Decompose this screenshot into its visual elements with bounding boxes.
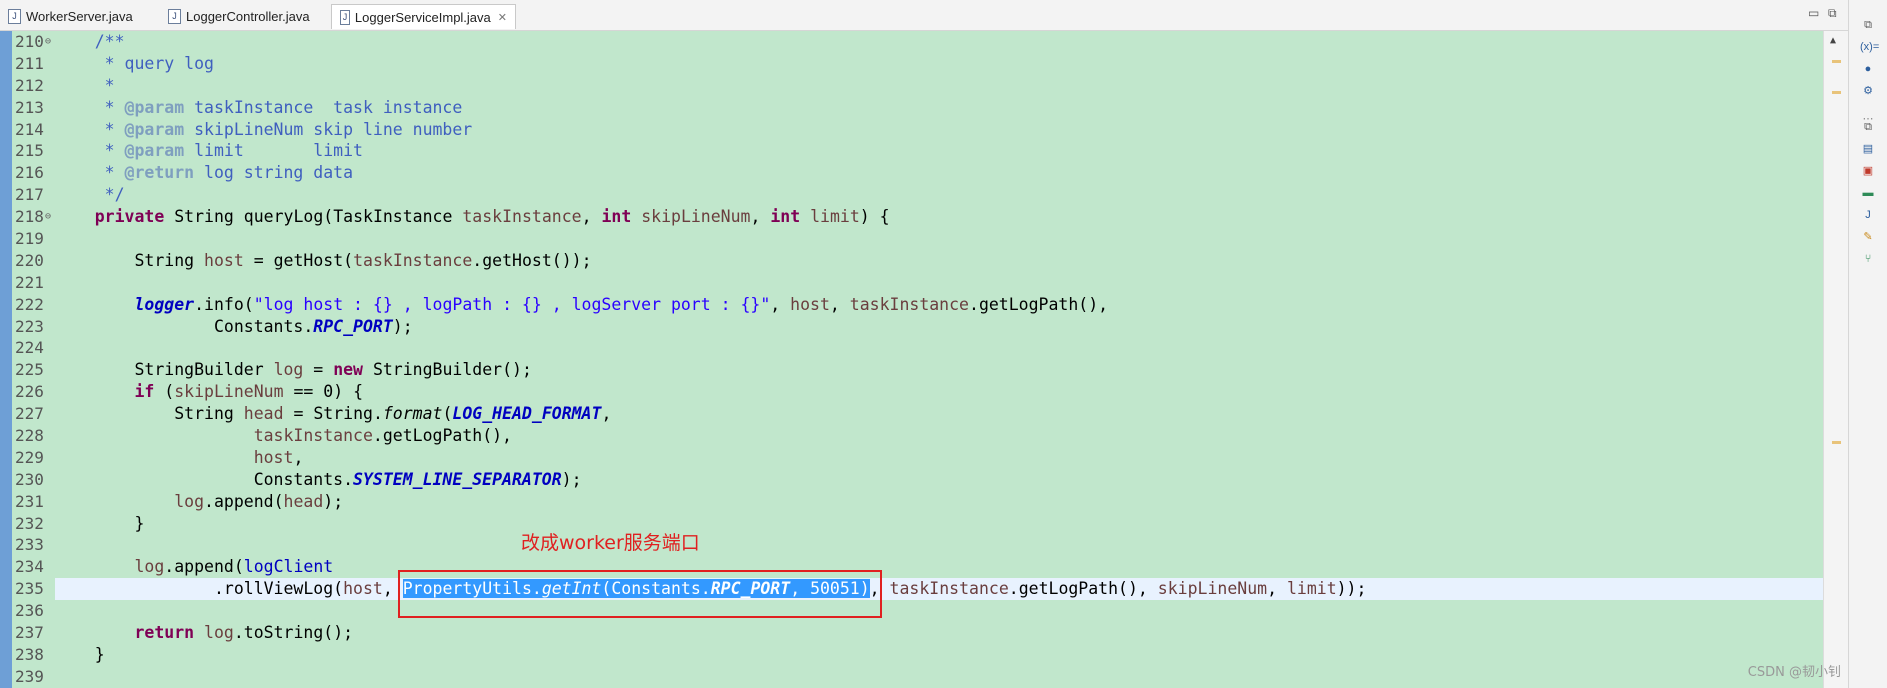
code-line: Constants.SYSTEM_LINE_SEPARATOR); bbox=[253, 469, 582, 489]
line-number: 230 bbox=[15, 469, 44, 489]
line-number: 213 bbox=[15, 97, 44, 117]
progress-icon[interactable]: ▬ bbox=[1860, 186, 1876, 200]
git-icon[interactable]: ⑂ bbox=[1860, 252, 1876, 266]
code-line-current: .rollViewLog(host, PropertyUtils.getInt(… bbox=[55, 578, 1823, 601]
code-line: String host = getHost(taskInstance.getHo… bbox=[134, 250, 592, 270]
line-number: 239 bbox=[15, 666, 44, 686]
code-line: * query log bbox=[94, 53, 214, 73]
tab-label: LoggerController.java bbox=[186, 9, 310, 24]
line-number: 236 bbox=[15, 601, 44, 621]
line-number: 211 bbox=[15, 53, 44, 73]
scroll-up-icon[interactable]: ▲ bbox=[1830, 35, 1836, 46]
restore-icon[interactable]: ⧉ bbox=[1860, 18, 1876, 32]
minimize-icon[interactable]: ▭ bbox=[1808, 6, 1819, 20]
editor-tab-bar: J WorkerServer.java J LoggerController.j… bbox=[0, 0, 1887, 31]
code-line: logger.info("log host : {} , logPath : {… bbox=[134, 294, 1109, 314]
code-line: */ bbox=[94, 185, 125, 205]
line-number: 223 bbox=[15, 316, 44, 336]
line-number: 215 bbox=[15, 141, 44, 161]
close-icon[interactable]: ✕ bbox=[498, 11, 507, 24]
tab-loggerserviceimpl[interactable]: J LoggerServiceImpl.java ✕ bbox=[331, 4, 516, 29]
code-line: log.append(head); bbox=[174, 491, 344, 511]
line-number: 228 bbox=[15, 426, 44, 446]
tab-loggercontroller[interactable]: J LoggerController.java bbox=[160, 4, 330, 29]
javadoc-icon[interactable]: J bbox=[1860, 208, 1876, 222]
line-number: 227 bbox=[15, 404, 44, 424]
overview-ruler-left bbox=[0, 31, 12, 688]
code-editor[interactable]: /** * query log * * @param taskInstance … bbox=[55, 31, 1823, 688]
line-number: 219 bbox=[15, 229, 44, 249]
code-line: taskInstance.getLogPath(), bbox=[253, 426, 512, 446]
search-icon[interactable]: ✎ bbox=[1860, 230, 1876, 244]
line-number: 222 bbox=[15, 294, 44, 314]
line-number-gutter: 210 ⊖ 211 212 213 214 215 216 217 218 ⊖ 21… bbox=[12, 31, 52, 688]
line-number: 231 bbox=[15, 491, 44, 511]
code-line: if (skipLineNum == 0) { bbox=[134, 382, 364, 402]
line-number: 235 bbox=[15, 579, 44, 599]
line-number: 238 bbox=[15, 644, 44, 664]
watermark: CSDN @韧小钊 bbox=[1747, 665, 1841, 680]
maximize-icon[interactable]: ⧉ bbox=[1828, 6, 1837, 21]
line-number: 220 bbox=[15, 250, 44, 270]
occurrence-marker[interactable] bbox=[1832, 60, 1841, 63]
code-line: log.append(logClient bbox=[134, 557, 334, 577]
fold-icon[interactable]: ⊖ bbox=[45, 206, 51, 228]
line-number: 234 bbox=[15, 557, 44, 577]
java-file-icon: J bbox=[168, 9, 181, 24]
tab-label: WorkerServer.java bbox=[26, 9, 133, 24]
line-number: 214 bbox=[15, 119, 44, 139]
line-number: 226 bbox=[15, 382, 44, 402]
right-side-toolbar: ⧉ (x)= ● ⚙ ⋯ ⧉ ▤ ▣ ▬ J ✎ ⑂ bbox=[1848, 0, 1887, 688]
line-number: 212 bbox=[15, 75, 44, 95]
line-number: 224 bbox=[15, 338, 44, 358]
line-number: 233 bbox=[15, 535, 44, 555]
line-number: 237 bbox=[15, 623, 44, 643]
code-line: Constants.RPC_PORT); bbox=[213, 316, 413, 336]
line-number: 217 bbox=[15, 185, 44, 205]
annotation-text: 改成worker服务端口 bbox=[521, 532, 700, 554]
code-line: private String queryLog(TaskInstance tas… bbox=[94, 207, 890, 227]
code-line: * @return log string data bbox=[55, 163, 354, 183]
line-number: 218 ⊖ bbox=[15, 206, 52, 228]
java-file-icon: J bbox=[8, 9, 21, 24]
line-number: 221 bbox=[15, 272, 44, 292]
variables-icon[interactable]: (x)= bbox=[1860, 40, 1879, 54]
occurrence-marker[interactable] bbox=[1832, 441, 1841, 444]
line-number: 232 bbox=[15, 513, 44, 533]
code-line: * bbox=[94, 75, 115, 95]
console-icon[interactable]: ▤ bbox=[1860, 142, 1876, 156]
code-line: StringBuilder log = new StringBuilder(); bbox=[134, 360, 532, 380]
code-line: /** bbox=[94, 32, 125, 51]
code-line: host, bbox=[253, 447, 304, 467]
line-number: 216 bbox=[15, 163, 44, 183]
fold-icon[interactable]: ⊖ bbox=[45, 31, 51, 53]
tab-label: LoggerServiceImpl.java bbox=[354, 9, 491, 25]
line-number: 229 bbox=[15, 447, 44, 467]
occurrence-marker[interactable] bbox=[1832, 91, 1841, 94]
annotation-highlight-box bbox=[398, 570, 882, 618]
overview-ruler[interactable]: ▲ bbox=[1823, 31, 1848, 688]
java-file-icon: J bbox=[340, 9, 350, 25]
breakpoints-icon[interactable]: ● bbox=[1860, 62, 1876, 76]
code-line: String head = String.format(LOG_HEAD_FOR… bbox=[174, 404, 612, 424]
tab-workerserver[interactable]: J WorkerServer.java bbox=[0, 4, 160, 29]
code-line: } bbox=[55, 644, 105, 664]
code-line: * @param taskInstance task instance bbox=[55, 97, 463, 117]
code-line: * @param limit limit bbox=[55, 141, 363, 161]
line-number: 225 bbox=[15, 360, 44, 380]
expressions-icon[interactable]: ⚙ bbox=[1860, 84, 1876, 98]
code-line: return log.toString(); bbox=[134, 623, 354, 643]
restore-icon[interactable]: ⧉ bbox=[1860, 120, 1876, 134]
code-line: * @param skipLineNum skip line number bbox=[55, 119, 473, 139]
problems-icon[interactable]: ▣ bbox=[1860, 164, 1876, 178]
code-line: } bbox=[55, 513, 145, 533]
line-number: 210 ⊖ bbox=[15, 31, 52, 53]
